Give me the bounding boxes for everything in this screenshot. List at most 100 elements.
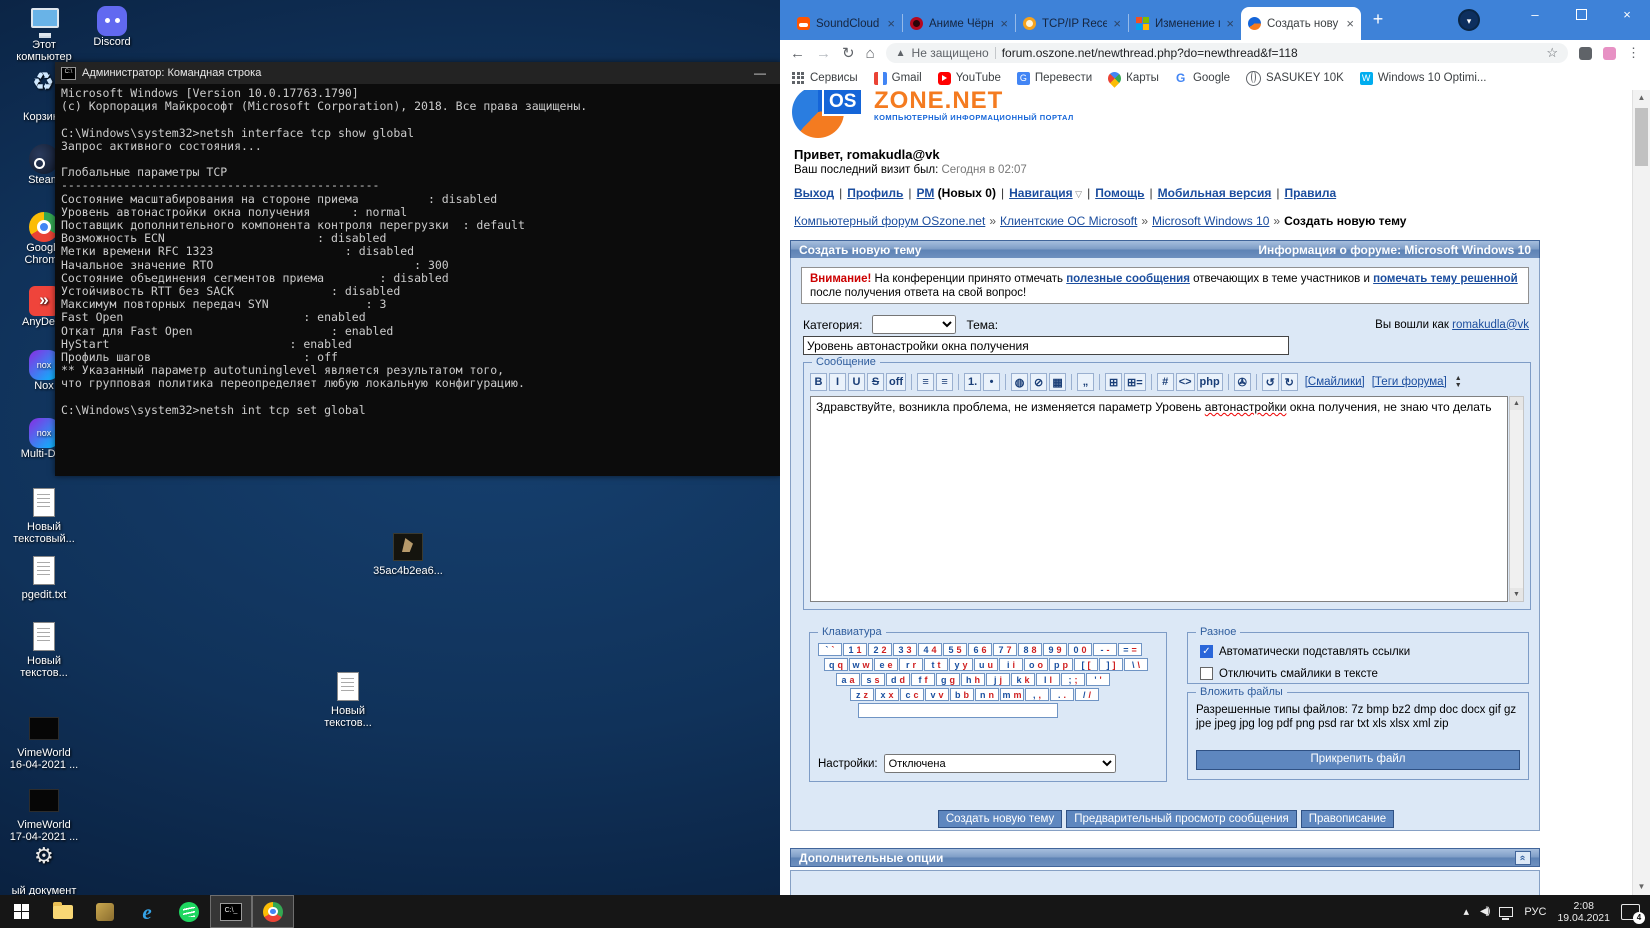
create-topic-button[interactable]: Создать новую тему bbox=[938, 810, 1062, 828]
size-spinner[interactable]: ▲▼ bbox=[1455, 375, 1462, 389]
keyboard-key[interactable]: ee bbox=[874, 658, 898, 671]
forward-icon[interactable]: → bbox=[816, 45, 831, 62]
mark-solved-link[interactable]: помечать тему решенной bbox=[1373, 273, 1518, 285]
bbcode-off-button[interactable]: off bbox=[886, 373, 906, 391]
keyboard-key[interactable]: oo bbox=[1024, 658, 1048, 671]
network-icon[interactable] bbox=[1499, 907, 1513, 917]
keyboard-key[interactable]: uu bbox=[974, 658, 998, 671]
reload-icon[interactable]: ↻ bbox=[842, 44, 855, 62]
bookmark-gmail[interactable]: Gmail bbox=[874, 72, 922, 85]
keyboard-key[interactable]: [[ bbox=[1074, 658, 1098, 671]
profile-avatar[interactable]: ▾ bbox=[1458, 9, 1480, 31]
extension-icon[interactable] bbox=[1579, 47, 1592, 60]
keyboard-key[interactable]: hh bbox=[961, 673, 985, 686]
keyboard-key[interactable]: `` bbox=[818, 643, 842, 656]
keyboard-key[interactable]: 66 bbox=[968, 643, 992, 656]
notification-icon[interactable]: 4 bbox=[1621, 904, 1640, 920]
bookmark-translate[interactable]: Перевести bbox=[1017, 72, 1092, 85]
desktop-icon-discord[interactable]: Discord bbox=[76, 6, 148, 48]
keyboard-key[interactable]: pp bbox=[1049, 658, 1073, 671]
nav-link-7[interactable]: Правила bbox=[1284, 186, 1336, 200]
keyboard-key[interactable]: ii bbox=[999, 658, 1023, 671]
maximize-button[interactable] bbox=[1558, 0, 1604, 28]
remove-link-button[interactable]: ⊘ bbox=[1030, 373, 1047, 391]
bold-button[interactable]: B bbox=[810, 373, 827, 391]
keyboard-key[interactable]: -- bbox=[1093, 643, 1117, 656]
desktop-icon-this-pc[interactable]: Этот компьютер bbox=[8, 6, 80, 63]
desktop-icon-vimeworld-2[interactable]: VimeWorld 17-04-2021 ... bbox=[8, 786, 80, 843]
keyboard-settings-select[interactable]: Отключена bbox=[884, 754, 1116, 773]
chrome-taskbar-button[interactable] bbox=[252, 895, 294, 928]
bookmark-win-optimize[interactable]: Windows 10 Optimi... bbox=[1360, 72, 1487, 85]
desktop-icon-text-file-2[interactable]: Новый текстов... bbox=[8, 622, 80, 679]
nav-link-1[interactable]: Выход bbox=[794, 186, 834, 200]
not-secure-icon[interactable]: ▲ bbox=[896, 48, 906, 59]
keyboard-key[interactable]: qq bbox=[824, 658, 848, 671]
strikethrough-button[interactable]: S bbox=[867, 373, 884, 391]
keyboard-key[interactable]: ]] bbox=[1099, 658, 1123, 671]
desktop-icon-text-file-1[interactable]: Новый текстовый... bbox=[8, 488, 80, 545]
forum-tags-link[interactable]: [Теги форума] bbox=[1372, 376, 1447, 388]
collapse-icon[interactable]: » bbox=[1515, 851, 1531, 865]
insert-image-button[interactable]: ▦ bbox=[1049, 373, 1066, 391]
keyboard-key[interactable]: .. bbox=[1050, 688, 1074, 701]
keyboard-key[interactable]: nn bbox=[975, 688, 999, 701]
bookmark-star-icon[interactable]: ☆ bbox=[1546, 45, 1558, 61]
keyboard-key[interactable]: ll bbox=[1036, 673, 1060, 686]
insert-link-button[interactable]: ◍ bbox=[1011, 373, 1028, 391]
keyboard-key[interactable]: xx bbox=[875, 688, 899, 701]
minimize-button[interactable]: – bbox=[1512, 0, 1558, 28]
align-center-button[interactable]: ≡ bbox=[917, 373, 934, 391]
tab-close-icon[interactable]: × bbox=[1346, 16, 1354, 31]
file-explorer-button[interactable] bbox=[42, 895, 84, 928]
breadcrumb-link-3[interactable]: Microsoft Windows 10 bbox=[1152, 214, 1269, 228]
unordered-list-button[interactable]: • bbox=[983, 373, 1000, 391]
tab-close-icon[interactable]: × bbox=[1113, 16, 1121, 31]
desktop-icon-image-file[interactable]: 35ac4b2ea6... bbox=[372, 532, 444, 577]
breadcrumb-link-1[interactable]: Компьютерный форум OSzone.net bbox=[794, 214, 985, 228]
keyboard-key[interactable]: kk bbox=[1011, 673, 1035, 686]
desktop-icon-pgedit[interactable]: pgedit.txt bbox=[8, 556, 80, 601]
hash-button[interactable]: # bbox=[1157, 373, 1174, 391]
keyboard-key[interactable]: '' bbox=[1086, 673, 1110, 686]
browser-tab-5[interactable]: Создать нову× bbox=[1241, 7, 1361, 40]
home-icon[interactable]: ⌂ bbox=[866, 45, 875, 62]
scrollbar-down-icon[interactable]: ▼ bbox=[1633, 879, 1650, 895]
php-button[interactable]: php bbox=[1197, 373, 1223, 391]
oszone-logo[interactable]: OS ZONE.NET КОМПЬЮТЕРНЫЙ ИНФОРМАЦИОННЫЙ … bbox=[792, 90, 1074, 138]
keyboard-key[interactable]: vv bbox=[925, 688, 949, 701]
scroll-up-icon[interactable]: ▲ bbox=[1510, 397, 1523, 410]
nav-link-3[interactable]: РМ bbox=[917, 186, 935, 200]
spotify-button[interactable] bbox=[168, 895, 210, 928]
browser-tab-4[interactable]: Изменение п× bbox=[1129, 7, 1241, 40]
cmd-minimize-button[interactable]: — bbox=[739, 66, 781, 80]
breadcrumb-link-2[interactable]: Клиентские ОС Microsoft bbox=[1000, 214, 1137, 228]
tab-close-icon[interactable]: × bbox=[1000, 16, 1008, 31]
url-text[interactable]: forum.oszone.net/newthread.php?do=newthr… bbox=[1002, 46, 1298, 60]
code-button[interactable]: <> bbox=[1176, 373, 1195, 391]
clock[interactable]: 2:08 19.04.2021 bbox=[1557, 900, 1610, 924]
keyboard-key[interactable]: bb bbox=[950, 688, 974, 701]
scrollbar-thumb[interactable] bbox=[1635, 108, 1648, 166]
pink-extension-icon[interactable] bbox=[1603, 47, 1616, 60]
logged-in-user-link[interactable]: romakudla@vk bbox=[1452, 319, 1529, 331]
cmd-titlebar[interactable]: C:\ Администратор: Командная строка — bbox=[55, 62, 781, 84]
nav-link-6[interactable]: Мобильная версия bbox=[1158, 186, 1272, 200]
browser-menu-icon[interactable]: ⋮ bbox=[1627, 45, 1640, 61]
tab-close-icon[interactable]: × bbox=[887, 16, 895, 31]
internet-explorer-button[interactable]: e bbox=[126, 895, 168, 928]
cmd-taskbar-button[interactable]: C:\_ bbox=[210, 895, 252, 928]
nav-link-2[interactable]: Профиль bbox=[847, 186, 903, 200]
additional-options-header[interactable]: Дополнительные опции » bbox=[790, 848, 1540, 867]
keyboard-key[interactable]: 11 bbox=[843, 643, 867, 656]
scrollbar-up-icon[interactable]: ▲ bbox=[1633, 90, 1650, 106]
bookmark-maps[interactable]: Карты bbox=[1108, 72, 1159, 85]
expand-plus-eq-button[interactable]: ⊞= bbox=[1124, 373, 1146, 391]
desktop-icon-text-file-3[interactable]: Новый текстов... bbox=[312, 672, 384, 729]
keyboard-key[interactable]: 88 bbox=[1018, 643, 1042, 656]
language-indicator[interactable]: РУС bbox=[1524, 906, 1546, 918]
start-button[interactable] bbox=[0, 895, 42, 928]
keyboard-key[interactable]: gg bbox=[936, 673, 960, 686]
textarea-scrollbar[interactable]: ▲ ▼ bbox=[1509, 396, 1524, 602]
redo-button[interactable]: ↻ bbox=[1281, 373, 1298, 391]
